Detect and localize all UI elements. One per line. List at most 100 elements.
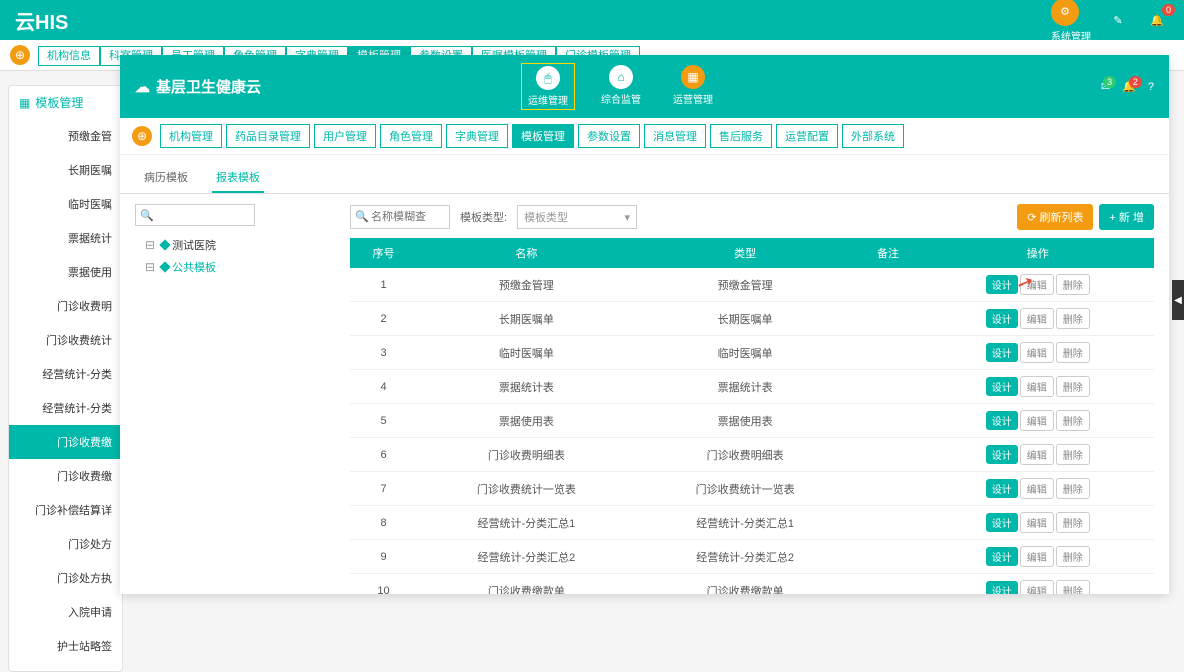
modal-subnav-item[interactable]: 消息管理 bbox=[644, 124, 706, 148]
delete-button[interactable]: 删除 bbox=[1056, 444, 1090, 465]
design-button[interactable]: 设计 bbox=[986, 479, 1018, 498]
edit-icon[interactable]: ✎ bbox=[1106, 8, 1130, 32]
sidebar-title: ▦ 模板管理 bbox=[9, 94, 122, 119]
table-row: 5票据使用表票据使用表设计编辑删除 bbox=[350, 404, 1154, 438]
system-settings[interactable]: ⚙ 系统管理 bbox=[1051, 0, 1091, 43]
nav-circle-icon: ▦ bbox=[681, 65, 705, 89]
toolbar: 🔍 模板类型: 模板类型▾ ⟳刷新列表 + 新 增 bbox=[350, 204, 1154, 230]
bell-icon[interactable]: 🔔2 bbox=[1122, 80, 1136, 93]
sidebar-item[interactable]: 预缴金管 bbox=[9, 119, 122, 153]
table-header: 序号 bbox=[350, 238, 417, 268]
home-icon[interactable]: ⊕ bbox=[10, 45, 30, 65]
table-row: 4票据统计表票据统计表设计编辑删除 bbox=[350, 370, 1154, 404]
modal-nav-item[interactable]: 🖱运维管理 bbox=[521, 63, 575, 110]
design-button[interactable]: 设计 bbox=[986, 445, 1018, 464]
delete-button[interactable]: 删除 bbox=[1056, 580, 1090, 594]
refresh-button[interactable]: ⟳刷新列表 bbox=[1017, 204, 1093, 230]
sidebar-item[interactable]: 票据统计 bbox=[9, 221, 122, 255]
edit-button[interactable]: 编辑 bbox=[1020, 376, 1054, 397]
delete-button[interactable]: 删除 bbox=[1056, 546, 1090, 567]
modal-nav-item[interactable]: ⌂综合监管 bbox=[595, 63, 647, 110]
modal-subnav-item[interactable]: 运营配置 bbox=[776, 124, 838, 148]
diamond-icon bbox=[159, 239, 170, 250]
delete-button[interactable]: 删除 bbox=[1056, 410, 1090, 431]
type-select[interactable]: 模板类型▾ bbox=[517, 205, 637, 229]
sidebar-item[interactable]: 门诊处方执 bbox=[9, 561, 122, 595]
tree-item[interactable]: ⊟ 公共模板 bbox=[135, 256, 335, 278]
design-button[interactable]: 设计 bbox=[986, 581, 1018, 594]
sidebar-item[interactable]: 票据使用 bbox=[9, 255, 122, 289]
modal-tab[interactable]: 病历模板 bbox=[140, 163, 192, 193]
modal-nav-item[interactable]: ▦运营管理 bbox=[667, 63, 719, 110]
modal-tabs: 病历模板报表模板 bbox=[120, 155, 1169, 194]
modal-header: ☁ 基层卫生健康云 🖱运维管理⌂综合监管▦运营管理 ✉3 🔔2 ? bbox=[120, 55, 1169, 118]
design-button[interactable]: 设计 bbox=[986, 275, 1018, 294]
modal-subnav-item[interactable]: 售后服务 bbox=[710, 124, 772, 148]
delete-button[interactable]: 删除 bbox=[1056, 478, 1090, 499]
design-button[interactable]: 设计 bbox=[986, 513, 1018, 532]
edit-button[interactable]: 编辑 bbox=[1020, 308, 1054, 329]
design-button[interactable]: 设计 bbox=[986, 547, 1018, 566]
delete-button[interactable]: 删除 bbox=[1056, 376, 1090, 397]
edit-button[interactable]: 编辑 bbox=[1020, 444, 1054, 465]
add-button[interactable]: + 新 增 bbox=[1099, 204, 1154, 230]
modal-subnav-item[interactable]: 用户管理 bbox=[314, 124, 376, 148]
design-button[interactable]: 设计 bbox=[986, 343, 1018, 362]
logo: 云HIS bbox=[15, 6, 68, 35]
table-row: 8经营统计-分类汇总1经营统计-分类汇总1设计编辑删除 bbox=[350, 506, 1154, 540]
table-header: 名称 bbox=[417, 238, 636, 268]
modal-subnav-item[interactable]: 模板管理 bbox=[512, 124, 574, 148]
delete-button[interactable]: 删除 bbox=[1056, 308, 1090, 329]
sidebar-item[interactable]: 门诊收费统计 bbox=[9, 323, 122, 357]
edit-button[interactable]: 编辑 bbox=[1020, 512, 1054, 533]
modal-window: ☁ 基层卫生健康云 🖱运维管理⌂综合监管▦运营管理 ✉3 🔔2 ? ⊕ 机构管理… bbox=[120, 55, 1169, 594]
mail-icon[interactable]: ✉3 bbox=[1101, 80, 1110, 93]
sidebar-item[interactable]: 门诊收费缴 bbox=[9, 459, 122, 493]
right-collapse-tab[interactable]: ◀ bbox=[1172, 280, 1184, 320]
sidebar-item[interactable]: 门诊收费缴 bbox=[9, 425, 122, 459]
delete-button[interactable]: 删除 bbox=[1056, 512, 1090, 533]
chevron-down-icon: ▾ bbox=[625, 211, 631, 224]
modal-subnav-item[interactable]: 字典管理 bbox=[446, 124, 508, 148]
delete-button[interactable]: 删除 bbox=[1056, 342, 1090, 363]
modal-subnav-item[interactable]: 参数设置 bbox=[578, 124, 640, 148]
modal-subnav-item[interactable]: 机构管理 bbox=[160, 124, 222, 148]
sidebar-item[interactable]: 门诊收费明 bbox=[9, 289, 122, 323]
top-nav-item[interactable]: 机构信息 bbox=[38, 46, 100, 66]
table-row: 7门诊收费统计一览表门诊收费统计一览表设计编辑删除 bbox=[350, 472, 1154, 506]
table-header: 类型 bbox=[636, 238, 855, 268]
refresh-icon: ⟳ bbox=[1027, 211, 1036, 224]
sidebar-item[interactable]: 门诊补偿结算详 bbox=[9, 493, 122, 527]
bell-icon[interactable]: 🔔0 bbox=[1145, 8, 1169, 32]
sidebar-item[interactable]: 长期医嘱 bbox=[9, 153, 122, 187]
sidebar-item[interactable]: 护士站略签 bbox=[9, 629, 122, 663]
help-icon[interactable]: ? bbox=[1148, 81, 1154, 93]
table-row: 3临时医嘱单临时医嘱单设计编辑删除 bbox=[350, 336, 1154, 370]
sidebar-item[interactable]: 门诊处方 bbox=[9, 527, 122, 561]
modal-subnav-item[interactable]: 角色管理 bbox=[380, 124, 442, 148]
modal-subnav-item[interactable]: 外部系统 bbox=[842, 124, 904, 148]
delete-button[interactable]: 删除 bbox=[1056, 274, 1090, 295]
edit-button[interactable]: 编辑 bbox=[1020, 342, 1054, 363]
design-button[interactable]: 设计 bbox=[986, 377, 1018, 396]
sidebar-item[interactable]: 经营统计-分类 bbox=[9, 391, 122, 425]
home-icon[interactable]: ⊕ bbox=[132, 126, 152, 146]
tree-toggle-icon[interactable]: ⊟ bbox=[145, 238, 155, 252]
sidebar-item[interactable]: 临时医嘱 bbox=[9, 187, 122, 221]
edit-button[interactable]: 编辑 bbox=[1020, 410, 1054, 431]
modal-subnav-item[interactable]: 药品目录管理 bbox=[226, 124, 310, 148]
data-table: 序号名称类型备注操作 1预缴金管理预缴金管理设计编辑删除2长期医嘱单长期医嘱单设… bbox=[350, 238, 1154, 594]
tree-toggle-icon[interactable]: ⊟ bbox=[145, 260, 155, 274]
sidebar-item[interactable]: 入院申请 bbox=[9, 595, 122, 629]
edit-button[interactable]: 编辑 bbox=[1020, 274, 1054, 295]
tree-panel: 🔍 ⊟ 测试医院⊟ 公共模板 bbox=[135, 204, 335, 584]
design-button[interactable]: 设计 bbox=[986, 309, 1018, 328]
sidebar-item[interactable]: 经营统计-分类 bbox=[9, 357, 122, 391]
table-row: 2长期医嘱单长期医嘱单设计编辑删除 bbox=[350, 302, 1154, 336]
modal-tab[interactable]: 报表模板 bbox=[212, 163, 264, 193]
edit-button[interactable]: 编辑 bbox=[1020, 546, 1054, 567]
edit-button[interactable]: 编辑 bbox=[1020, 580, 1054, 594]
tree-item[interactable]: ⊟ 测试医院 bbox=[135, 234, 335, 256]
design-button[interactable]: 设计 bbox=[986, 411, 1018, 430]
edit-button[interactable]: 编辑 bbox=[1020, 478, 1054, 499]
